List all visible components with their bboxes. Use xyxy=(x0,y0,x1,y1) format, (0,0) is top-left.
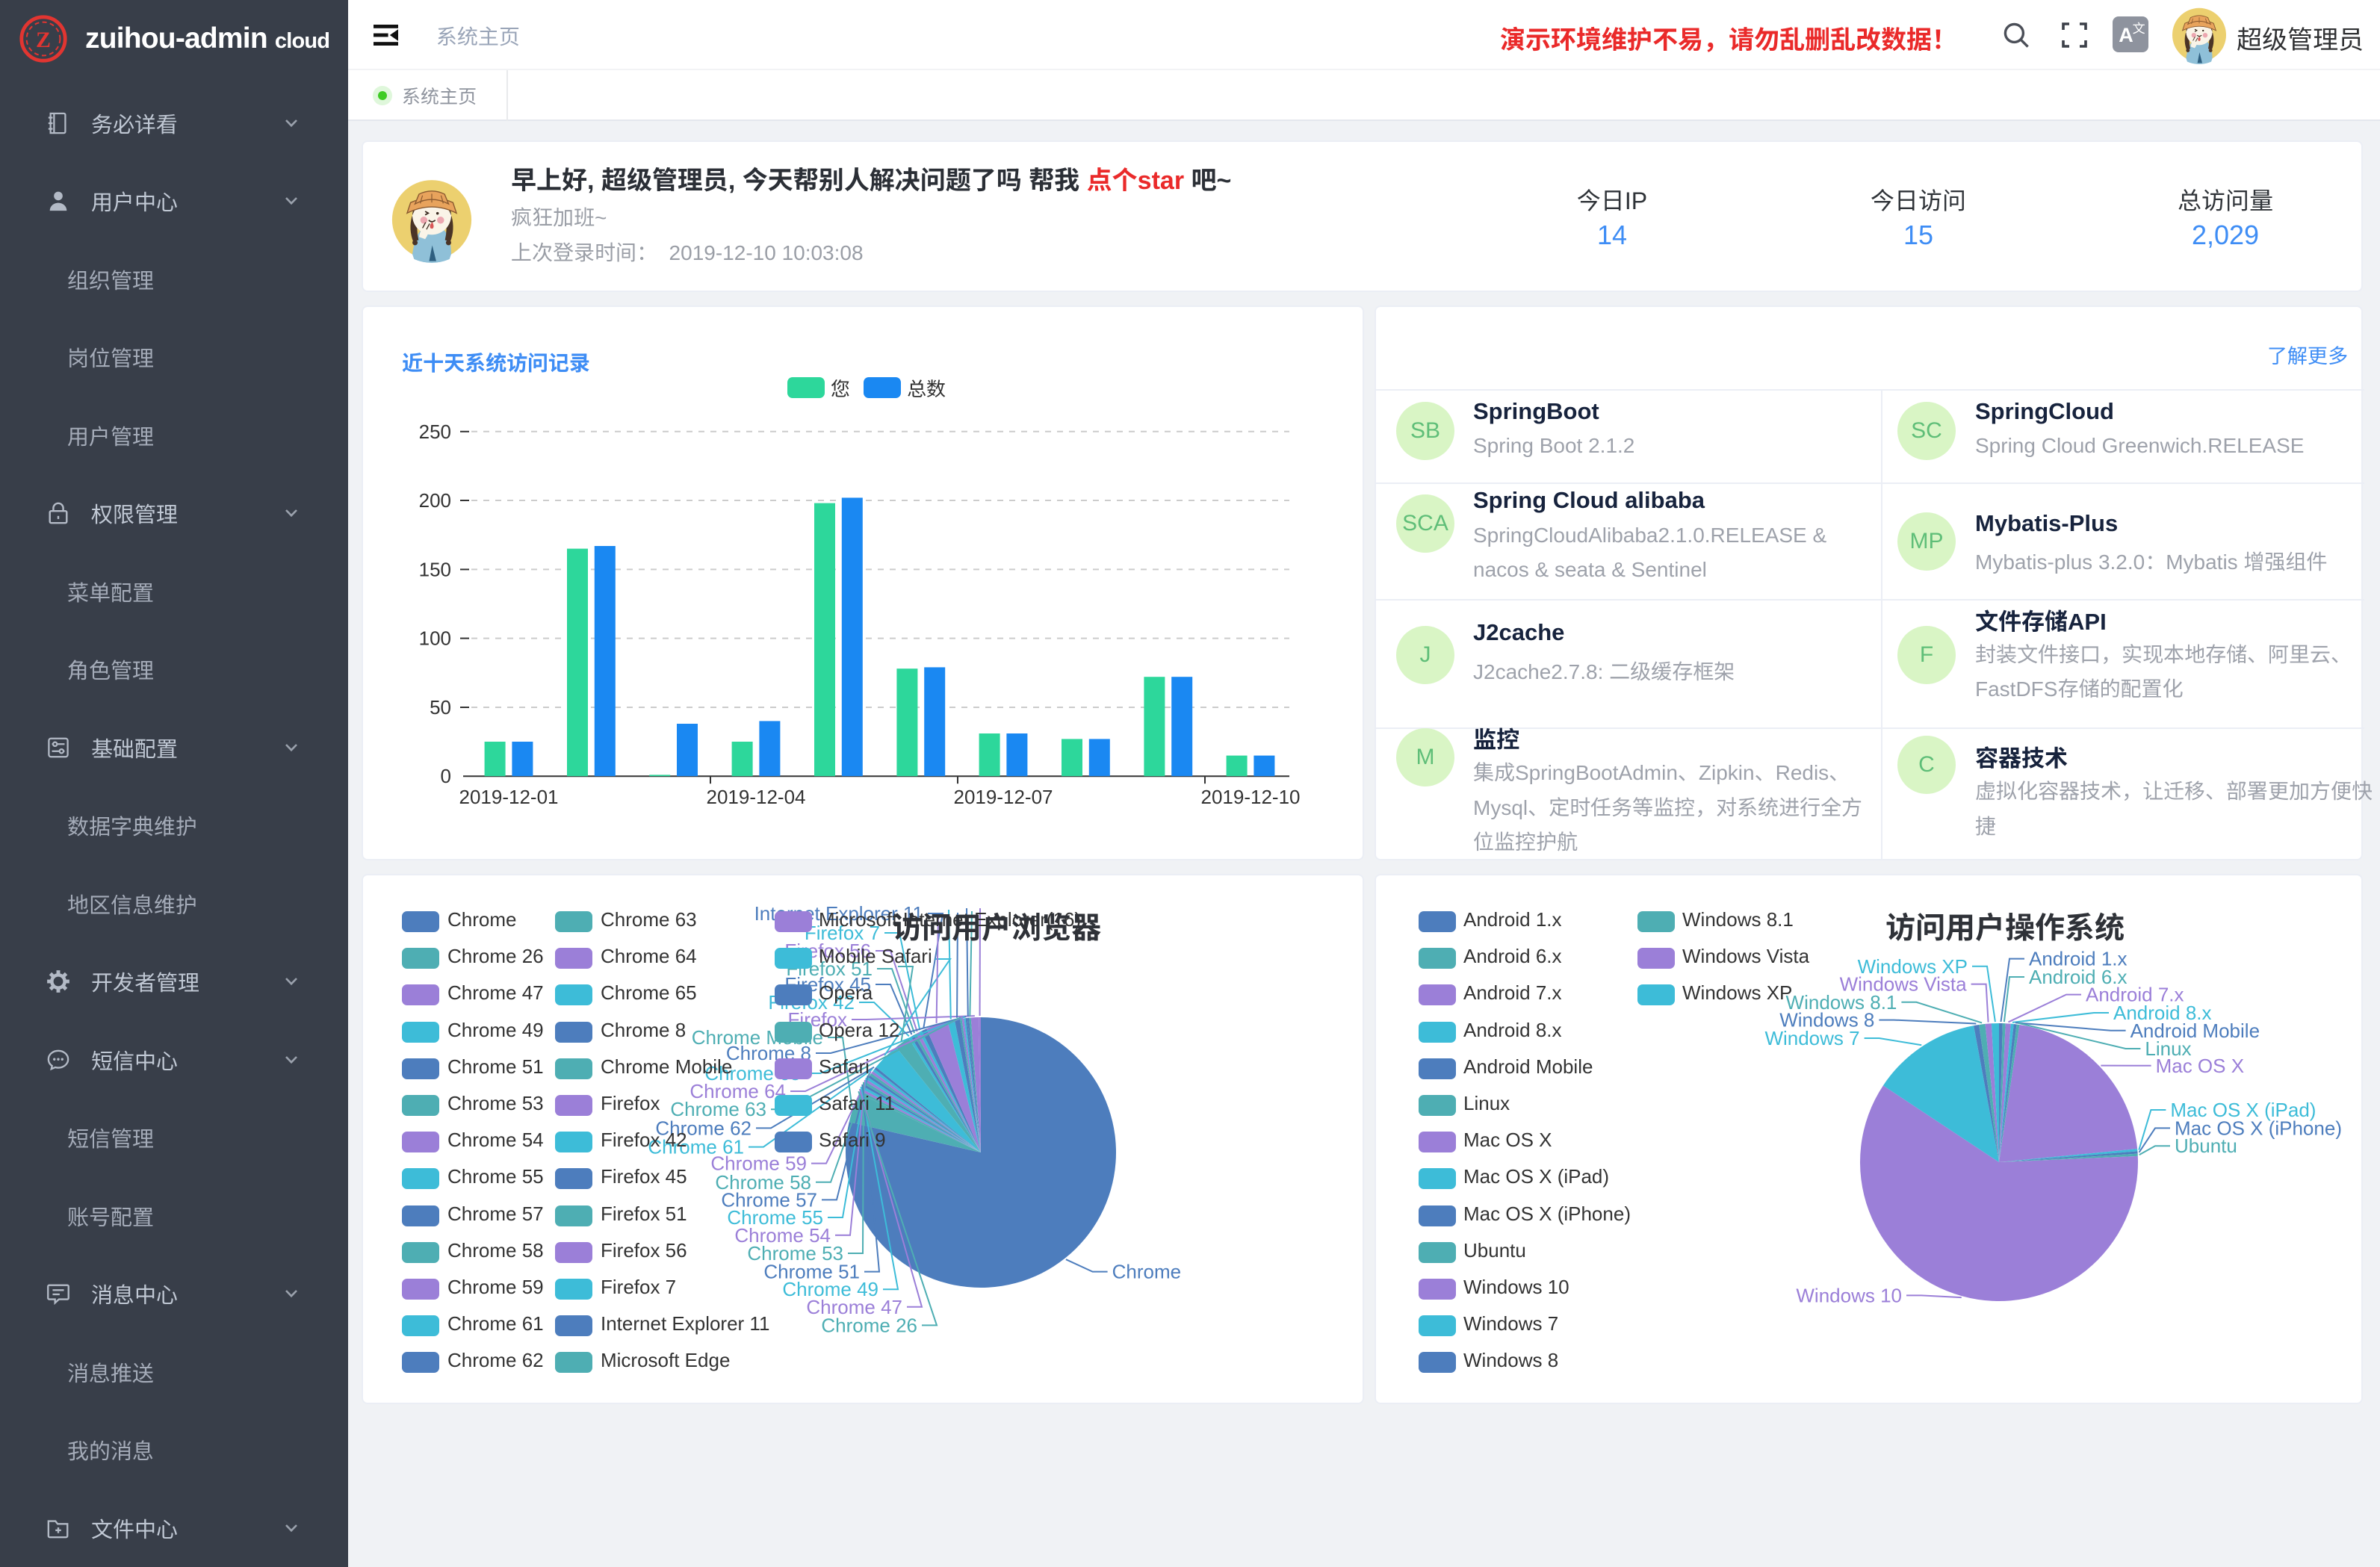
svg-text:Windows 10: Windows 10 xyxy=(1796,1284,1902,1306)
svg-text:Mac OS X: Mac OS X xyxy=(2156,1055,2244,1077)
svg-text:Chrome 26: Chrome 26 xyxy=(821,1314,917,1336)
svg-text:Ubuntu: Ubuntu xyxy=(2175,1135,2237,1157)
svg-text:200: 200 xyxy=(419,489,451,512)
svg-text:Z: Z xyxy=(36,28,51,52)
svg-text:150: 150 xyxy=(419,558,451,580)
svg-text:Chrome: Chrome xyxy=(1112,1261,1181,1283)
svg-text:文: 文 xyxy=(2133,22,2145,36)
svg-text:Windows 7: Windows 7 xyxy=(1764,1027,1859,1049)
svg-text:2019-12-10: 2019-12-10 xyxy=(1201,786,1301,808)
svg-text:0: 0 xyxy=(441,765,451,787)
svg-text:2019-12-07: 2019-12-07 xyxy=(954,786,1053,808)
svg-text:2019-12-01: 2019-12-01 xyxy=(459,786,559,808)
svg-text:A: A xyxy=(2119,24,2133,46)
svg-text:250: 250 xyxy=(419,421,451,443)
svg-text:50: 50 xyxy=(430,696,451,719)
svg-text:2019-12-04: 2019-12-04 xyxy=(707,786,806,808)
svg-text:100: 100 xyxy=(419,627,451,650)
